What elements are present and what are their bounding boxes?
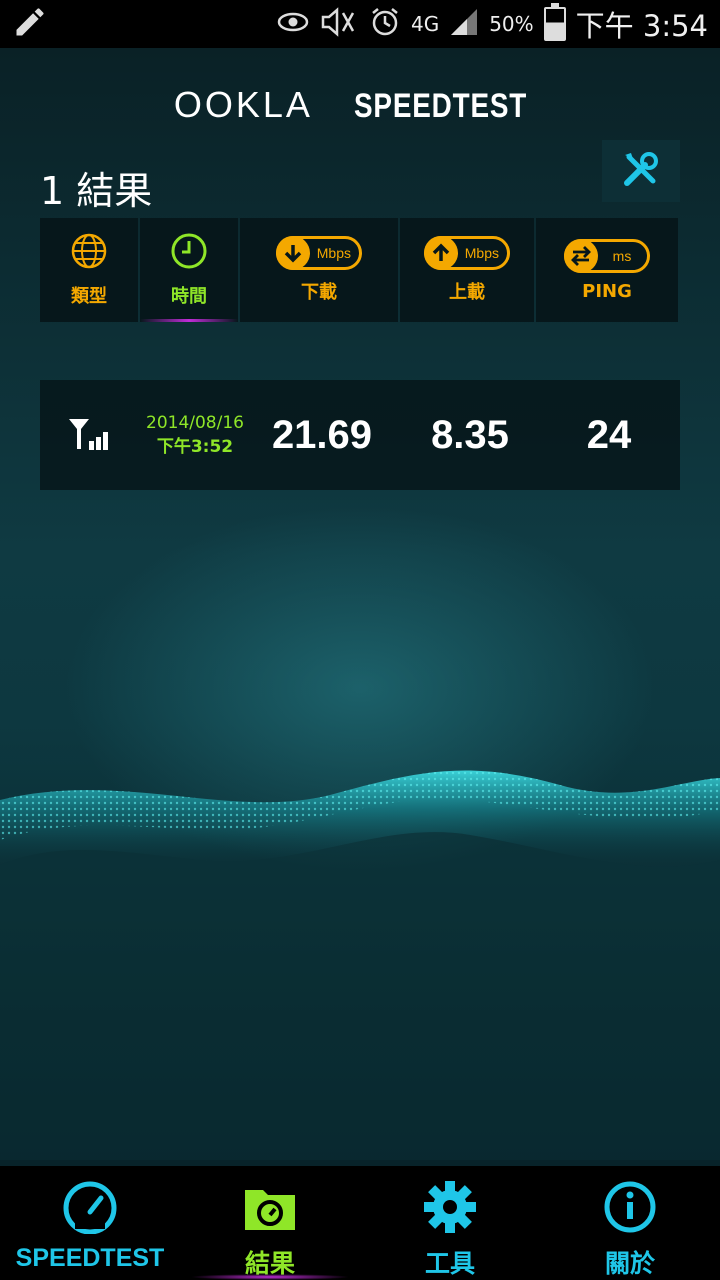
info-icon — [601, 1180, 659, 1238]
download-arrow-icon — [276, 236, 310, 270]
result-date: 2014/08/16 — [146, 413, 244, 433]
edit-pencil-icon — [12, 4, 48, 44]
results-count-title: 1 結果 — [40, 169, 153, 213]
sort-by-ping[interactable]: ms PING — [536, 218, 678, 322]
alarm-icon — [369, 6, 401, 42]
wave-graphic — [0, 770, 720, 1160]
network-type: 4G — [410, 12, 440, 36]
upload-arrow-icon — [424, 236, 458, 270]
nav-tools-label: 工具 — [424, 1250, 475, 1278]
cellular-signal-icon — [40, 415, 140, 455]
download-unit-badge: Mbps — [276, 236, 362, 270]
sort-by-upload[interactable]: Mbps 上載 — [400, 218, 534, 322]
ping-exchange-icon — [564, 238, 598, 273]
ping-label: PING — [582, 280, 632, 302]
time-label: 時間 — [171, 286, 207, 307]
nav-speedtest[interactable]: SPEEDTEST — [0, 1166, 180, 1280]
eye-icon — [277, 10, 309, 38]
result-datetime: 2014/08/16 下午3:52 — [140, 411, 250, 459]
result-ping: 24 — [586, 412, 632, 457]
mute-icon — [319, 7, 359, 41]
clock: 下午 3:54 — [575, 9, 708, 43]
results-column-header: 類型 時間 Mbps 下載 Mbps 上載 ms PING — [40, 218, 680, 322]
nav-speedtest-label: SPEEDTEST — [15, 1244, 165, 1272]
settings-tools-button[interactable] — [602, 140, 680, 202]
signal-icon — [449, 7, 479, 41]
sort-by-time[interactable]: 時間 — [140, 218, 238, 322]
ping-unit: ms — [612, 247, 632, 264]
sort-by-type[interactable]: 類型 — [40, 218, 138, 322]
upload-label: 上載 — [449, 282, 485, 303]
upload-unit-badge: Mbps — [424, 236, 510, 270]
wrench-screwdriver-icon — [621, 149, 661, 193]
result-upload: 8.35 — [431, 412, 509, 457]
clock-icon — [170, 232, 208, 274]
bottom-navigation: SPEEDTEST 結果 工具 關於 — [0, 1166, 720, 1280]
brand-speedtest: SPEEDTEST — [353, 87, 528, 125]
result-download: 21.69 — [271, 412, 373, 457]
download-unit: Mbps — [316, 245, 351, 261]
result-time: 下午3:52 — [156, 437, 234, 457]
download-label: 下載 — [301, 282, 337, 303]
gear-icon — [421, 1180, 479, 1238]
battery-icon — [543, 3, 566, 41]
type-label: 類型 — [71, 286, 107, 307]
ping-unit-badge: ms — [564, 238, 650, 273]
app-brand: OOKLA SPEEDTEST — [0, 84, 720, 126]
result-row[interactable]: 2014/08/16 下午3:52 21.69 8.35 24 — [40, 380, 680, 490]
globe-icon — [70, 232, 108, 274]
sort-by-download[interactable]: Mbps 下載 — [240, 218, 398, 322]
nav-results[interactable]: 結果 — [180, 1166, 360, 1280]
speedometer-icon — [61, 1180, 119, 1238]
status-bar: 4G 50% 下午 3:54 — [0, 0, 720, 48]
battery-percent: 50% — [489, 12, 534, 36]
nav-results-label: 結果 — [244, 1250, 295, 1278]
folder-gauge-icon — [241, 1180, 299, 1238]
brand-ookla: OOKLA — [173, 84, 313, 125]
nav-about[interactable]: 關於 — [540, 1166, 720, 1280]
nav-tools[interactable]: 工具 — [360, 1166, 540, 1280]
upload-unit: Mbps — [464, 245, 499, 261]
nav-about-label: 關於 — [604, 1250, 655, 1278]
